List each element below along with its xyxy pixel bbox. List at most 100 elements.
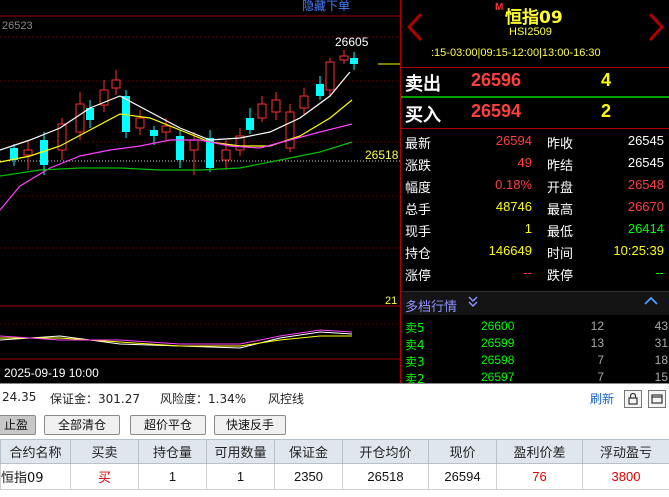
table-cell: 买: [70, 463, 139, 490]
kline-chart[interactable]: 26523 隐藏下单 26605 26518 21 2025-09-19 10:…: [0, 0, 400, 383]
candle-body: [285, 111, 295, 149]
trade-panel: 24.35 保证金：301.27 风险度：1.34% 风控线 刷新 止盈 全部清…: [0, 383, 669, 497]
positions-table: 合约名称 买卖 持仓量 可用数量 保证金 开仓均价 现价 盈利价差 浮动盈亏 恒指09 买 1 1 23…: [0, 439, 669, 490]
depth-level-label: 卖5: [405, 321, 425, 335]
depth-level-label: 卖4: [405, 338, 425, 352]
stat-value: 10:25:39: [613, 243, 664, 258]
prev-symbol-chevron-left-icon[interactable]: [405, 12, 425, 42]
table-body: 恒指09 买 1 1 2350 26518 26594 76 3800: [0, 463, 669, 490]
price-axis-top-label: 26523: [2, 20, 33, 32]
depth-volume: 12: [590, 319, 604, 333]
oscillator-line: [0, 329, 353, 345]
stat-value: --: [655, 265, 664, 280]
depth-level-label: 卖2: [405, 372, 425, 383]
quick-reverse-button[interactable]: 快速反手: [214, 415, 286, 435]
collapse-chevron-up-icon[interactable]: [644, 294, 658, 310]
window-icon[interactable]: [648, 390, 666, 408]
take-profit-tab[interactable]: 止盈: [0, 415, 36, 435]
stat-value: 26545: [627, 155, 664, 170]
stat-value: 0.18%: [495, 177, 532, 192]
depth-row[interactable]: 卖3 26598 7 18: [401, 352, 669, 369]
stat-value: --: [523, 265, 532, 280]
column-header[interactable]: 持仓量: [138, 439, 207, 464]
stat-label: 现手: [405, 225, 432, 240]
depth-price: 26598: [481, 353, 515, 367]
bid-row[interactable]: 买入 26594 2: [401, 97, 669, 127]
candle-body: [150, 130, 158, 136]
ask-row[interactable]: 卖出 26596 4: [401, 66, 669, 96]
depth-volume: 13: [590, 336, 604, 350]
stat-row: 现手 1 最低 26414: [401, 218, 669, 240]
column-header[interactable]: 买卖: [70, 439, 139, 464]
close-all-button[interactable]: 全部清仓: [44, 415, 120, 435]
stat-value: 1: [524, 221, 532, 236]
available-funds: 24.35: [2, 390, 37, 404]
margin-value: 保证金：301.27: [50, 392, 140, 406]
stat-label: 开盘: [547, 181, 574, 196]
stat-value: 26414: [627, 221, 664, 236]
candle-body: [257, 103, 267, 119]
stat-row: 幅度 0.18% 开盘 26548: [401, 174, 669, 196]
table-row[interactable]: 恒指09 买 1 1 2350 26518 26594 76 3800: [0, 463, 669, 490]
column-header[interactable]: 保证金: [274, 439, 343, 464]
lock-icon[interactable]: [624, 390, 642, 408]
next-symbol-chevron-right-icon[interactable]: [646, 12, 666, 42]
column-header[interactable]: 浮动盈亏: [582, 439, 669, 464]
stat-label: 持仓: [405, 247, 432, 262]
quote-header: M 恒指09 HSI2509 :15-03:00|09:15-12:00|13:…: [401, 0, 669, 68]
candle-body: [271, 99, 281, 113]
symbol-code: HSI2509: [509, 26, 552, 38]
depth-header[interactable]: 多档行情: [401, 291, 669, 315]
trading-hours: :15-03:00|09:15-12:00|13:00-16:30: [431, 47, 601, 59]
candle-body: [161, 125, 171, 133]
refresh-link[interactable]: 刷新: [590, 390, 614, 407]
hide-orders-link[interactable]: 隐藏下单: [302, 0, 350, 13]
depth-total-volume: 15: [654, 370, 668, 383]
column-header[interactable]: 盈利价差: [496, 439, 583, 464]
account-bar: 24.35 保证金：301.27 风险度：1.34% 风控线 刷新: [0, 384, 669, 412]
table-header-row: 合约名称 买卖 持仓量 可用数量 保证金 开仓均价 现价 盈利价差 浮动盈亏: [0, 439, 669, 464]
depth-row[interactable]: 卖4 26599 13 31: [401, 335, 669, 352]
stat-value: 49: [517, 155, 532, 170]
depth-total-volume: 43: [654, 319, 668, 333]
table-cell: 26594: [428, 463, 497, 490]
column-header[interactable]: 开仓均价: [342, 439, 429, 464]
column-header[interactable]: 合约名称: [0, 439, 71, 464]
expand-chevron-icon[interactable]: [467, 295, 479, 313]
risk-value: 风险度：1.34%: [160, 392, 247, 406]
stat-label: 涨停: [405, 269, 432, 284]
candle-body: [135, 117, 145, 129]
candle-body: [299, 95, 309, 109]
divider: [401, 128, 669, 129]
oscillator-line: [0, 335, 352, 347]
column-header[interactable]: 现价: [428, 439, 497, 464]
action-bar: 止盈 全部清仓 超价平仓 快速反手: [0, 414, 669, 438]
depth-price: 26600: [481, 319, 515, 333]
ask-label: 卖出: [405, 74, 441, 95]
stat-label: 最新: [405, 137, 432, 152]
close-over-price-button[interactable]: 超价平仓: [130, 415, 206, 435]
stat-value: 146649: [488, 243, 532, 258]
table-cell: 1: [138, 463, 207, 490]
candle-body: [189, 139, 199, 151]
stat-label: 总手: [405, 203, 432, 218]
table-cell: 76: [496, 463, 583, 490]
stat-label: 时间: [547, 247, 574, 262]
candle-body: [221, 149, 231, 161]
risk-line-label: 风控线: [268, 392, 305, 406]
depth-row[interactable]: 卖5 26600 12 43: [401, 318, 669, 335]
candle-body: [23, 149, 33, 156]
column-header[interactable]: 可用数量: [206, 439, 275, 464]
market-flag: M: [495, 2, 504, 13]
table-cell: 3800: [582, 463, 669, 490]
stat-label: 幅度: [405, 181, 432, 196]
stat-value: 26545: [627, 133, 664, 148]
depth-title: 多档行情: [405, 300, 458, 315]
candle-body: [350, 58, 358, 64]
bid-volume: 2: [601, 101, 612, 121]
depth-row[interactable]: 卖2 26597 7 15: [401, 369, 669, 383]
stat-label: 昨结: [547, 159, 574, 174]
stat-row: 持仓 146649 时间 10:25:39: [401, 240, 669, 262]
kline-chart-svg: 26523 隐藏下单 26605 26518 21 2025-09-19 10:…: [0, 0, 400, 380]
avg-price-label: 26518: [365, 148, 399, 162]
